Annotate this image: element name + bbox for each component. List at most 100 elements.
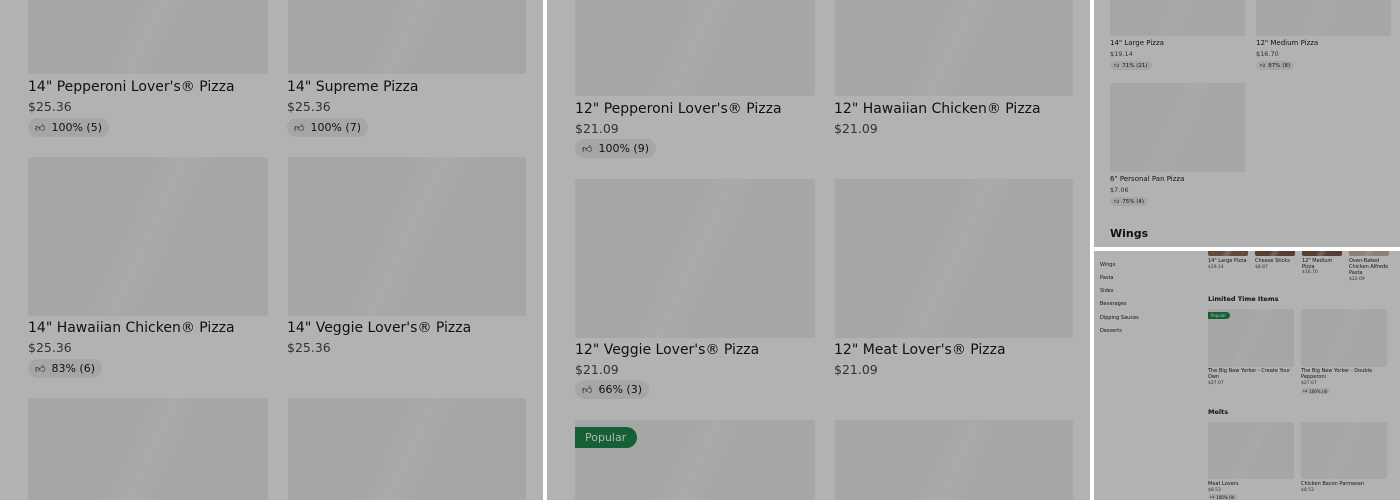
sidebar-item-desserts[interactable]: Desserts <box>1100 328 1122 334</box>
pizza-grid-14-inch-panel: 14" Pepperoni Lover's® Pizza $25.36 👍︎ 1… <box>0 0 543 500</box>
rating-text: 75% (4) <box>1122 198 1144 205</box>
menu-item-price: $7.06 <box>1110 186 1129 194</box>
popular-badge: Popular <box>1208 312 1230 319</box>
rating-text: 100% (4) <box>1309 388 1328 394</box>
menu-item-name: Oven-Baked Chicken Alfredo Pasta <box>1349 258 1389 276</box>
rating-text: 66% (3) <box>598 383 642 396</box>
rating-badge: 👍︎ 83% (6) <box>28 359 102 378</box>
menu-item-image[interactable] <box>288 398 526 500</box>
menu-item-price: $8.87 <box>1255 265 1268 270</box>
menu-item-image[interactable] <box>1349 251 1389 256</box>
menu-item-price: $21.09 <box>834 362 878 377</box>
menu-item-image[interactable] <box>1302 251 1342 256</box>
thumbs-up-icon: 👍︎ <box>1114 62 1120 69</box>
section-heading-limited-time: Limited Time Items <box>1208 295 1279 303</box>
rating-badge: 👍︎ 100% (9) <box>575 139 656 158</box>
menu-item-image[interactable] <box>28 0 268 74</box>
rating-text: 100% (5) <box>51 121 102 134</box>
menu-item-price: $19.14 <box>1110 50 1133 58</box>
menu-item-image[interactable] <box>575 179 815 338</box>
menu-item-name: 6" Personal Pan Pizza <box>1110 175 1185 183</box>
menu-item-price: $27.07 <box>1208 381 1224 386</box>
menu-item-image[interactable] <box>288 0 526 74</box>
thumbs-up-icon: 👍︎ <box>35 122 46 134</box>
menu-item-image[interactable] <box>1255 251 1295 256</box>
pizza-sizes-panel: 14" Large Pizza $19.14 👍︎ 71% (21) 12" M… <box>1094 0 1400 247</box>
menu-item-price: $8.53 <box>1301 488 1314 493</box>
menu-item-price: $25.36 <box>28 99 72 114</box>
menu-item-price: $25.36 <box>28 340 72 355</box>
menu-item-image[interactable] <box>28 398 268 500</box>
menu-item-name: 12" Hawaiian Chicken® Pizza <box>834 101 1041 117</box>
thumbs-up-icon: 👍︎ <box>1303 388 1308 393</box>
menu-item-image[interactable] <box>28 157 268 316</box>
menu-item-image[interactable] <box>575 0 815 96</box>
pizza-grid-12-inch-panel: 12" Pepperoni Lover's® Pizza $21.09 👍︎ 1… <box>547 0 1090 500</box>
menu-item-name: 14" Hawaiian Chicken® Pizza <box>28 320 235 336</box>
rating-badge: 👍︎ 66% (3) <box>575 380 649 399</box>
menu-item-name: 12" Pepperoni Lover's® Pizza <box>575 101 782 117</box>
section-heading-melts: Melts <box>1208 408 1229 416</box>
menu-item-price: $22.09 <box>1349 277 1365 282</box>
sidebar-item-dipping-sauces[interactable]: Dipping Sauces <box>1100 315 1139 321</box>
rating-badge: 👍︎ 100% (7) <box>287 118 368 137</box>
rating-badge: 👍︎ 75% (4) <box>1110 197 1148 206</box>
menu-item-name: 12" Medium Pizza <box>1256 39 1319 47</box>
menu-item-name: 14" Large Pizza <box>1110 39 1164 47</box>
menu-item-image[interactable] <box>1208 251 1248 256</box>
menu-item-price: $8.53 <box>1208 488 1221 493</box>
menu-item-image[interactable] <box>835 0 1073 96</box>
menu-item-image[interactable] <box>288 157 526 316</box>
menu-item-price: $16.70 <box>1256 50 1279 58</box>
thumbs-up-icon: 👍︎ <box>294 122 305 134</box>
menu-item-name: The Big New Yorker - Double Pepperoni <box>1301 368 1373 380</box>
menu-item-name: 14" Supreme Pizza <box>287 79 419 95</box>
menu-item-name: 14" Veggie Lover's® Pizza <box>287 320 472 336</box>
rating-text: 100% (9) <box>1216 494 1235 500</box>
rating-badge: 👍︎ 100% (9) <box>1208 494 1237 500</box>
thumbs-up-icon: 👍︎ <box>582 384 593 396</box>
menu-item-name: 12" Meat Lover's® Pizza <box>834 342 1006 358</box>
menu-item-price: $16.70 <box>1302 270 1318 275</box>
menu-item-image[interactable] <box>1301 422 1387 479</box>
popular-badge: Popular <box>575 427 638 448</box>
sidebar-item-beverages[interactable]: Beverages <box>1100 301 1127 307</box>
menu-item-name: 12" Medium Pizza <box>1302 258 1333 270</box>
menu-item-price: $25.36 <box>287 340 331 355</box>
menu-item-price: $27.07 <box>1301 381 1317 386</box>
menu-item-image[interactable] <box>835 420 1073 500</box>
menu-item-image[interactable] <box>1301 309 1387 367</box>
rating-badge: 👍︎ 87% (8) <box>1256 61 1294 70</box>
menu-item-name: Chicken Bacon Parmesan <box>1301 481 1365 487</box>
menu-item-price: $19.14 <box>1208 265 1224 270</box>
thumbs-up-icon: 👍︎ <box>1260 62 1266 69</box>
thumbs-up-icon: 👍︎ <box>35 363 46 375</box>
rating-badge: 👍︎ 71% (21) <box>1110 61 1152 70</box>
menu-item-image[interactable] <box>1256 0 1391 36</box>
thumbs-up-icon: 👍︎ <box>1210 494 1215 499</box>
rating-text: 100% (7) <box>310 121 361 134</box>
rating-text: 71% (21) <box>1122 62 1148 69</box>
menu-item-image[interactable] <box>1110 83 1245 172</box>
rating-text: 100% (9) <box>598 142 649 155</box>
menu-item-name: Cheese Sticks <box>1255 258 1290 264</box>
section-heading-wings: Wings <box>1110 227 1149 240</box>
rating-text: 83% (6) <box>51 362 95 375</box>
sidebar-item-pasta[interactable]: Pasta <box>1100 275 1113 281</box>
rating-text: 87% (8) <box>1268 62 1290 69</box>
menu-item-price: $25.36 <box>287 99 331 114</box>
sidebar-item-sides[interactable]: Sides <box>1100 288 1113 294</box>
thumbs-up-icon: 👍︎ <box>1114 198 1120 205</box>
rating-badge: 👍︎ 100% (5) <box>28 118 109 137</box>
sidebar-item-wings[interactable]: Wings <box>1100 262 1115 268</box>
menu-item-name: 12" Veggie Lover's® Pizza <box>575 342 760 358</box>
menu-item-price: $21.09 <box>834 121 878 136</box>
menu-item-image[interactable] <box>835 179 1073 338</box>
rating-badge: 👍︎ 100% (4) <box>1301 388 1330 394</box>
menu-item-price: $21.09 <box>575 362 619 377</box>
menu-item-image[interactable] <box>1208 422 1294 479</box>
menu-item-image[interactable] <box>1110 0 1245 36</box>
menu-item-name: 14" Large Pizza <box>1208 258 1247 264</box>
thumbs-up-icon: 👍︎ <box>582 143 593 155</box>
menu-item-price: $21.09 <box>575 121 619 136</box>
